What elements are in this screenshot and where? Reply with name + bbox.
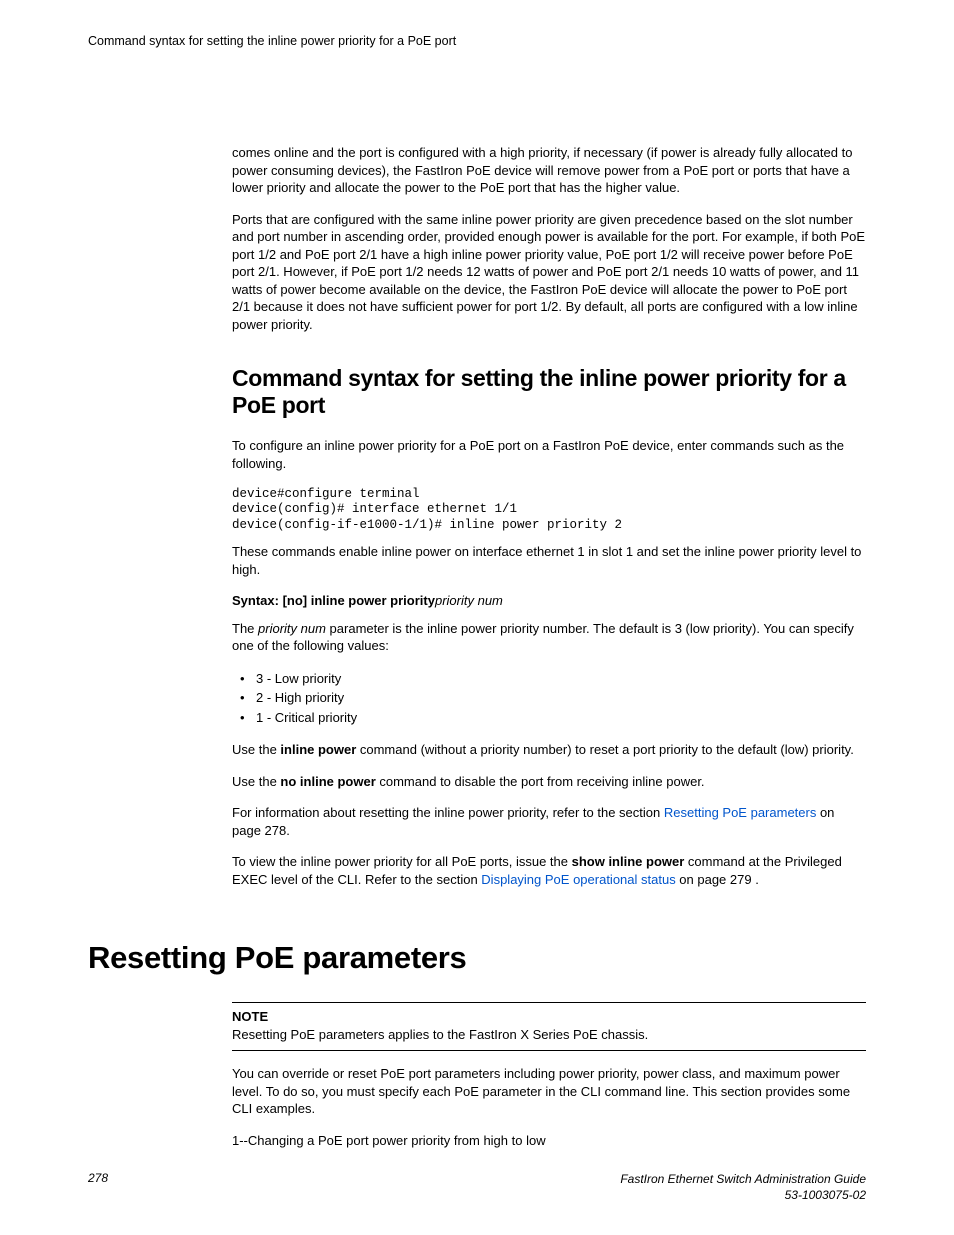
- text-run: To view the inline power priority for al…: [232, 854, 572, 869]
- page-number: 278: [88, 1171, 108, 1185]
- body-paragraph: Use the no inline power command to disab…: [232, 773, 866, 791]
- list-item: 2 - High priority: [232, 688, 866, 708]
- book-line: 53-1003075-02: [785, 1188, 866, 1202]
- body-paragraph: To view the inline power priority for al…: [232, 853, 866, 888]
- syntax-italic: priority num: [435, 593, 503, 608]
- chapter-heading: Resetting PoE parameters: [88, 940, 866, 976]
- text-italic: priority num: [258, 621, 326, 636]
- body-paragraph: To configure an inline power priority fo…: [232, 437, 866, 472]
- body-paragraph: The priority num parameter is the inline…: [232, 620, 866, 655]
- book-title: FastIron Ethernet Switch Administration …: [620, 1171, 866, 1203]
- body-paragraph: Use the inline power command (without a …: [232, 741, 866, 759]
- code-block: device#configure terminal device(config)…: [232, 487, 866, 534]
- body-paragraph: comes online and the port is configured …: [232, 144, 866, 197]
- text-run: parameter is the inline power priority n…: [232, 621, 854, 654]
- syntax-bold: Syntax: [no] inline power priority: [232, 593, 435, 608]
- section-heading: Command syntax for setting the inline po…: [232, 365, 866, 419]
- main-content: comes online and the port is configured …: [232, 144, 866, 1149]
- text-bold: show inline power: [572, 854, 685, 869]
- body-paragraph: You can override or reset PoE port param…: [232, 1065, 866, 1118]
- body-paragraph: These commands enable inline power on in…: [232, 543, 866, 578]
- text-bold: no inline power: [280, 774, 375, 789]
- text-run: command to disable the port from receivi…: [376, 774, 705, 789]
- text-run: command (without a priority number) to r…: [356, 742, 854, 757]
- text-run: Use the: [232, 774, 280, 789]
- list-item: 1 - Critical priority: [232, 708, 866, 728]
- body-paragraph: Ports that are configured with the same …: [232, 211, 866, 334]
- body-paragraph: 1--Changing a PoE port power priority fr…: [232, 1132, 866, 1150]
- note-box: NOTE Resetting PoE parameters applies to…: [232, 1002, 866, 1051]
- horizontal-rule: [232, 1050, 866, 1051]
- body-paragraph: For information about resetting the inli…: [232, 804, 866, 839]
- text-run: on page 279 .: [676, 872, 759, 887]
- text-run: For information about resetting the inli…: [232, 805, 664, 820]
- list-item: 3 - Low priority: [232, 669, 866, 689]
- bullet-list: 3 - Low priority 2 - High priority 1 - C…: [232, 669, 866, 728]
- running-header: Command syntax for setting the inline po…: [88, 34, 866, 48]
- text-run: The: [232, 621, 258, 636]
- horizontal-rule: [232, 1002, 866, 1003]
- note-label: NOTE: [232, 1009, 866, 1024]
- note-text: Resetting PoE parameters applies to the …: [232, 1026, 866, 1044]
- text-run: Use the: [232, 742, 280, 757]
- page-footer: 278 FastIron Ethernet Switch Administrat…: [88, 1171, 866, 1203]
- syntax-line: Syntax: [no] inline power prioritypriori…: [232, 593, 866, 608]
- book-line: FastIron Ethernet Switch Administration …: [620, 1172, 866, 1186]
- text-bold: inline power: [280, 742, 356, 757]
- cross-reference-link[interactable]: Displaying PoE operational status: [481, 872, 675, 887]
- cross-reference-link[interactable]: Resetting PoE parameters: [664, 805, 816, 820]
